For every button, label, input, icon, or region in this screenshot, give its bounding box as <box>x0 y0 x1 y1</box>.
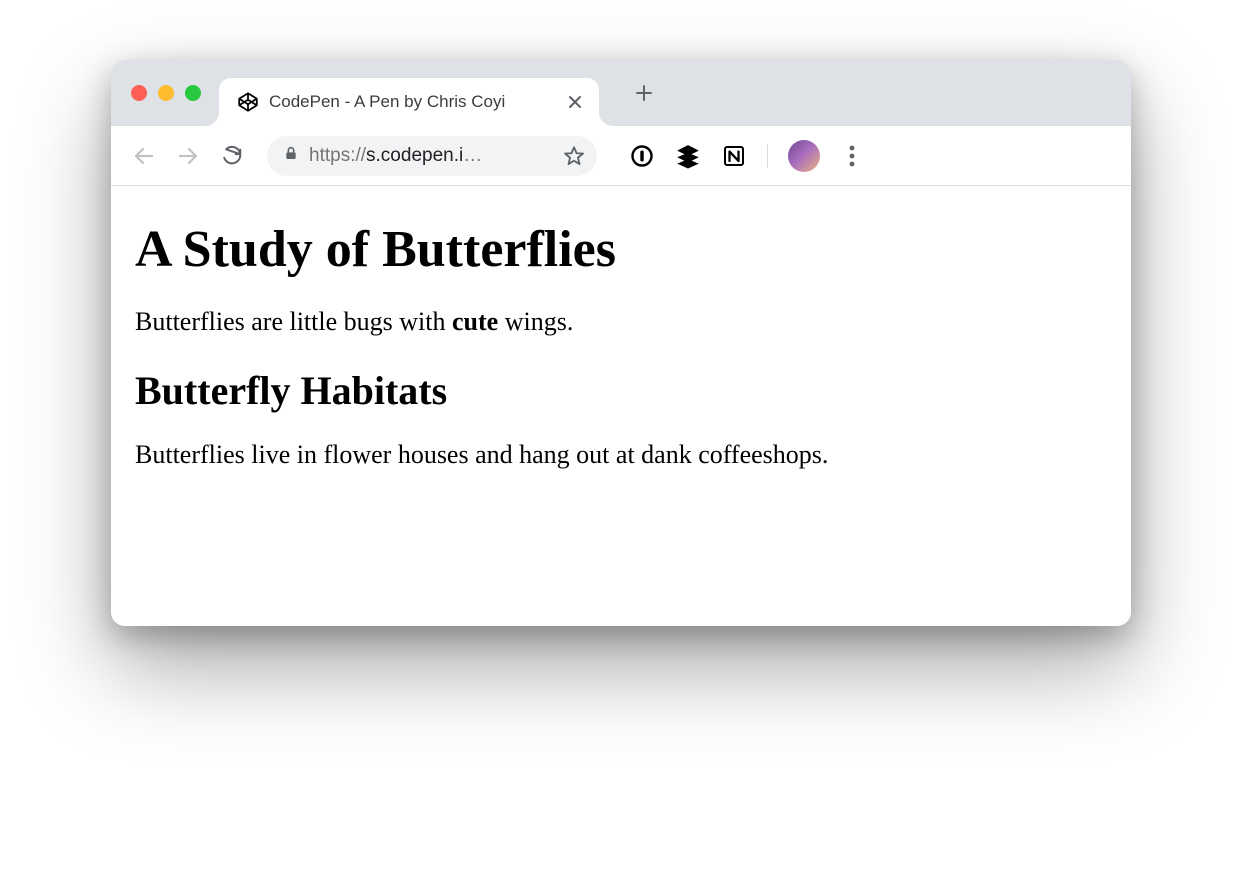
browser-window: CodePen - A Pen by Chris Coyi <box>111 60 1131 626</box>
bookmark-star-icon[interactable] <box>563 145 585 167</box>
codepen-icon <box>237 91 259 113</box>
notion-extension-icon[interactable] <box>721 143 747 169</box>
page-content: A Study of Butterflies Butterflies are l… <box>111 186 1131 626</box>
minimize-window-button[interactable] <box>158 85 174 101</box>
tab-strip: CodePen - A Pen by Chris Coyi <box>111 60 1131 126</box>
page-heading-2: Butterfly Habitats <box>135 367 1107 414</box>
url-text: https://s.codepen.i… <box>309 145 553 167</box>
profile-avatar[interactable] <box>788 140 820 172</box>
onepassword-extension-icon[interactable] <box>629 143 655 169</box>
paragraph-1-part-b: wings. <box>498 307 573 336</box>
paragraph-2: Butterflies live in flower houses and ha… <box>135 440 1107 470</box>
new-tab-button[interactable] <box>627 76 661 110</box>
browser-tab-active[interactable]: CodePen - A Pen by Chris Coyi <box>219 78 599 126</box>
window-controls <box>131 85 201 101</box>
buffer-extension-icon[interactable] <box>675 143 701 169</box>
lock-icon <box>283 145 299 166</box>
tab-title: CodePen - A Pen by Chris Coyi <box>269 92 557 112</box>
page-heading-1: A Study of Butterflies <box>135 220 1107 279</box>
url-host: s.codepen.i <box>366 145 463 166</box>
toolbar-right <box>629 140 864 172</box>
close-tab-button[interactable] <box>567 94 583 110</box>
paragraph-1-part-a: Butterflies are little bugs with <box>135 307 452 336</box>
toolbar-divider <box>767 144 768 168</box>
url-scheme: https:// <box>309 145 366 166</box>
reload-button[interactable] <box>217 141 247 171</box>
url-ellipsis: … <box>463 145 482 166</box>
address-bar[interactable]: https://s.codepen.i… <box>267 136 597 176</box>
close-window-button[interactable] <box>131 85 147 101</box>
back-button[interactable] <box>129 141 159 171</box>
maximize-window-button[interactable] <box>185 85 201 101</box>
browser-menu-button[interactable] <box>840 145 864 167</box>
browser-toolbar: https://s.codepen.i… <box>111 126 1131 186</box>
paragraph-1-bold: cute <box>452 307 498 336</box>
forward-button[interactable] <box>173 141 203 171</box>
paragraph-1: Butterflies are little bugs with cute wi… <box>135 307 1107 337</box>
